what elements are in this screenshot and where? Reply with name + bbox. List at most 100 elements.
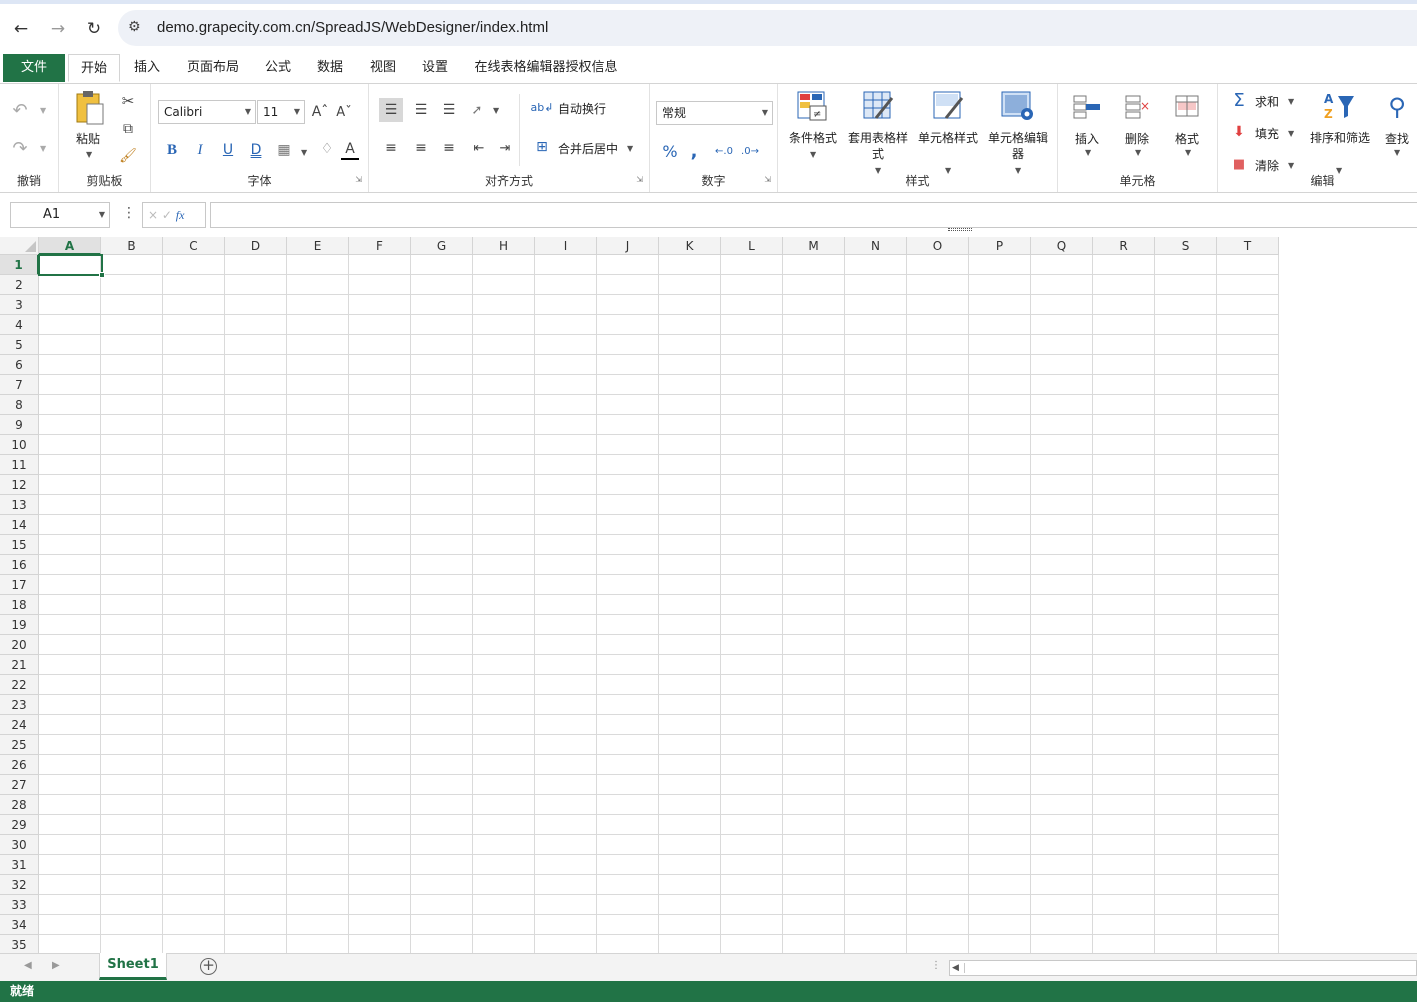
align-left-icon[interactable]: ≡ (379, 136, 403, 160)
column-header[interactable]: C (163, 237, 225, 255)
column-header[interactable]: I (535, 237, 597, 255)
tab-home[interactable]: 开始 (68, 54, 120, 82)
conditional-dropdown-icon[interactable]: ▼ (810, 150, 816, 159)
increase-indent-icon[interactable]: ⇥ (493, 136, 517, 160)
column-header[interactable]: N (845, 237, 907, 255)
paste-dropdown-icon[interactable]: ▼ (86, 150, 92, 159)
row-header[interactable]: 13 (0, 495, 39, 515)
row-header[interactable]: 4 (0, 315, 39, 335)
table-style-label[interactable]: 套用表格样式 (848, 130, 908, 162)
name-box[interactable]: A1 ▼ (10, 202, 110, 228)
border-icon[interactable]: ▦ (275, 140, 293, 160)
fill-color-icon[interactable]: ♢ (317, 140, 337, 160)
row-header[interactable]: 20 (0, 635, 39, 655)
forward-icon[interactable]: → (45, 16, 71, 42)
font-size-select[interactable]: 11 ▼ (257, 100, 305, 124)
row-header[interactable]: 33 (0, 895, 39, 915)
row-header[interactable]: 25 (0, 735, 39, 755)
align-top-icon[interactable]: ☰ (379, 98, 403, 122)
cell-editor-icon[interactable] (1000, 90, 1034, 122)
redo-dropdown-icon[interactable]: ▼ (40, 144, 46, 153)
format-cells-dropdown-icon[interactable]: ▼ (1185, 148, 1191, 157)
delete-cells-icon[interactable]: × (1122, 92, 1152, 120)
site-info-icon[interactable]: ⚙ (128, 19, 141, 35)
orientation-dropdown-icon[interactable]: ▼ (493, 106, 499, 115)
italic-icon[interactable]: I (191, 140, 209, 160)
row-header[interactable]: 30 (0, 835, 39, 855)
row-header[interactable]: 22 (0, 675, 39, 695)
row-header[interactable]: 14 (0, 515, 39, 535)
active-cell[interactable] (38, 254, 105, 278)
row-header[interactable]: 17 (0, 575, 39, 595)
row-header[interactable]: 26 (0, 755, 39, 775)
next-sheet-icon[interactable]: ▶ (52, 960, 60, 971)
column-header[interactable]: J (597, 237, 659, 255)
tab-file[interactable]: 文件 (3, 54, 65, 82)
fill-dropdown-icon[interactable]: ▼ (1288, 129, 1294, 138)
merge-center-label[interactable]: 合并后居中 (558, 140, 618, 157)
row-header[interactable]: 7 (0, 375, 39, 395)
scrollbar-splitter-icon[interactable]: ⋮ (931, 960, 941, 971)
increase-font-icon[interactable]: Aˆ (311, 102, 329, 122)
paste-icon[interactable] (73, 88, 107, 126)
scrollbar-thumb[interactable] (964, 963, 1414, 973)
fill-handle[interactable] (99, 272, 105, 278)
find-dropdown-icon[interactable]: ▼ (1394, 148, 1400, 157)
column-header[interactable]: S (1155, 237, 1217, 255)
column-header[interactable]: K (659, 237, 721, 255)
search-icon[interactable]: ⚲ (1382, 92, 1412, 122)
tab-license[interactable]: 在线表格编辑器授权信息 (468, 54, 624, 82)
orientation-icon[interactable]: ➚ (465, 98, 489, 122)
fill-label[interactable]: 填充 (1255, 125, 1279, 142)
sort-filter-icon[interactable]: AZ (1322, 90, 1356, 122)
percent-icon[interactable]: % (660, 140, 680, 162)
fill-icon[interactable]: ⬇ (1230, 122, 1248, 142)
cell-editor-label[interactable]: 单元格编辑器 (988, 130, 1048, 162)
url-text[interactable]: demo.grapecity.com.cn/SpreadJS/WebDesign… (157, 19, 548, 36)
clear-dropdown-icon[interactable]: ▼ (1288, 161, 1294, 170)
row-header[interactable]: 35 (0, 935, 39, 953)
insert-cells-label[interactable]: 插入 (1075, 130, 1099, 147)
row-header[interactable]: 23 (0, 695, 39, 715)
prev-sheet-icon[interactable]: ◀ (24, 960, 32, 971)
font-color-icon[interactable]: A (341, 140, 359, 160)
row-header[interactable]: 29 (0, 815, 39, 835)
address-bar[interactable]: ⚙ demo.grapecity.com.cn/SpreadJS/WebDesi… (118, 10, 1417, 46)
add-sheet-icon[interactable]: + (200, 958, 217, 975)
sum-label[interactable]: 求和 (1255, 93, 1279, 110)
row-header[interactable]: 3 (0, 295, 39, 315)
align-right-icon[interactable]: ≡ (437, 136, 461, 160)
column-header[interactable]: E (287, 237, 349, 255)
table-style-icon[interactable] (862, 90, 894, 122)
tab-data[interactable]: 数据 (308, 54, 352, 82)
row-header[interactable]: 31 (0, 855, 39, 875)
find-label[interactable]: 查找 (1385, 130, 1409, 147)
column-header[interactable]: D (225, 237, 287, 255)
sort-filter-label[interactable]: 排序和筛选 (1310, 130, 1370, 146)
cancel-icon[interactable]: × (148, 208, 158, 222)
row-header[interactable]: 21 (0, 655, 39, 675)
underline-icon[interactable]: U (219, 140, 237, 160)
row-header[interactable]: 24 (0, 715, 39, 735)
wrap-text-icon[interactable]: ab↲ (531, 96, 554, 118)
cell-style-icon[interactable] (932, 90, 964, 122)
back-icon[interactable]: ← (8, 16, 34, 42)
align-center-icon[interactable]: ≡ (409, 136, 433, 160)
row-header[interactable]: 1 (0, 255, 39, 275)
insert-cells-icon[interactable] (1072, 92, 1102, 120)
row-header[interactable]: 9 (0, 415, 39, 435)
delete-cells-label[interactable]: 删除 (1125, 130, 1149, 147)
merge-dropdown-icon[interactable]: ▼ (627, 144, 633, 153)
decrease-indent-icon[interactable]: ⇤ (467, 136, 491, 160)
scroll-left-icon[interactable]: ◀ (952, 961, 959, 975)
eraser-icon[interactable]: ■ (1230, 154, 1248, 174)
cell-area[interactable] (39, 255, 1279, 953)
merge-center-icon[interactable]: ⊞ (531, 136, 553, 158)
sum-icon[interactable]: Σ (1230, 90, 1248, 111)
more-options-icon[interactable]: ⋮ (122, 205, 136, 221)
format-cells-icon[interactable] (1172, 92, 1202, 120)
column-header[interactable]: A (39, 237, 101, 255)
delete-cells-dropdown-icon[interactable]: ▼ (1135, 148, 1141, 157)
row-header[interactable]: 10 (0, 435, 39, 455)
horizontal-scrollbar[interactable]: ◀ (949, 960, 1417, 976)
